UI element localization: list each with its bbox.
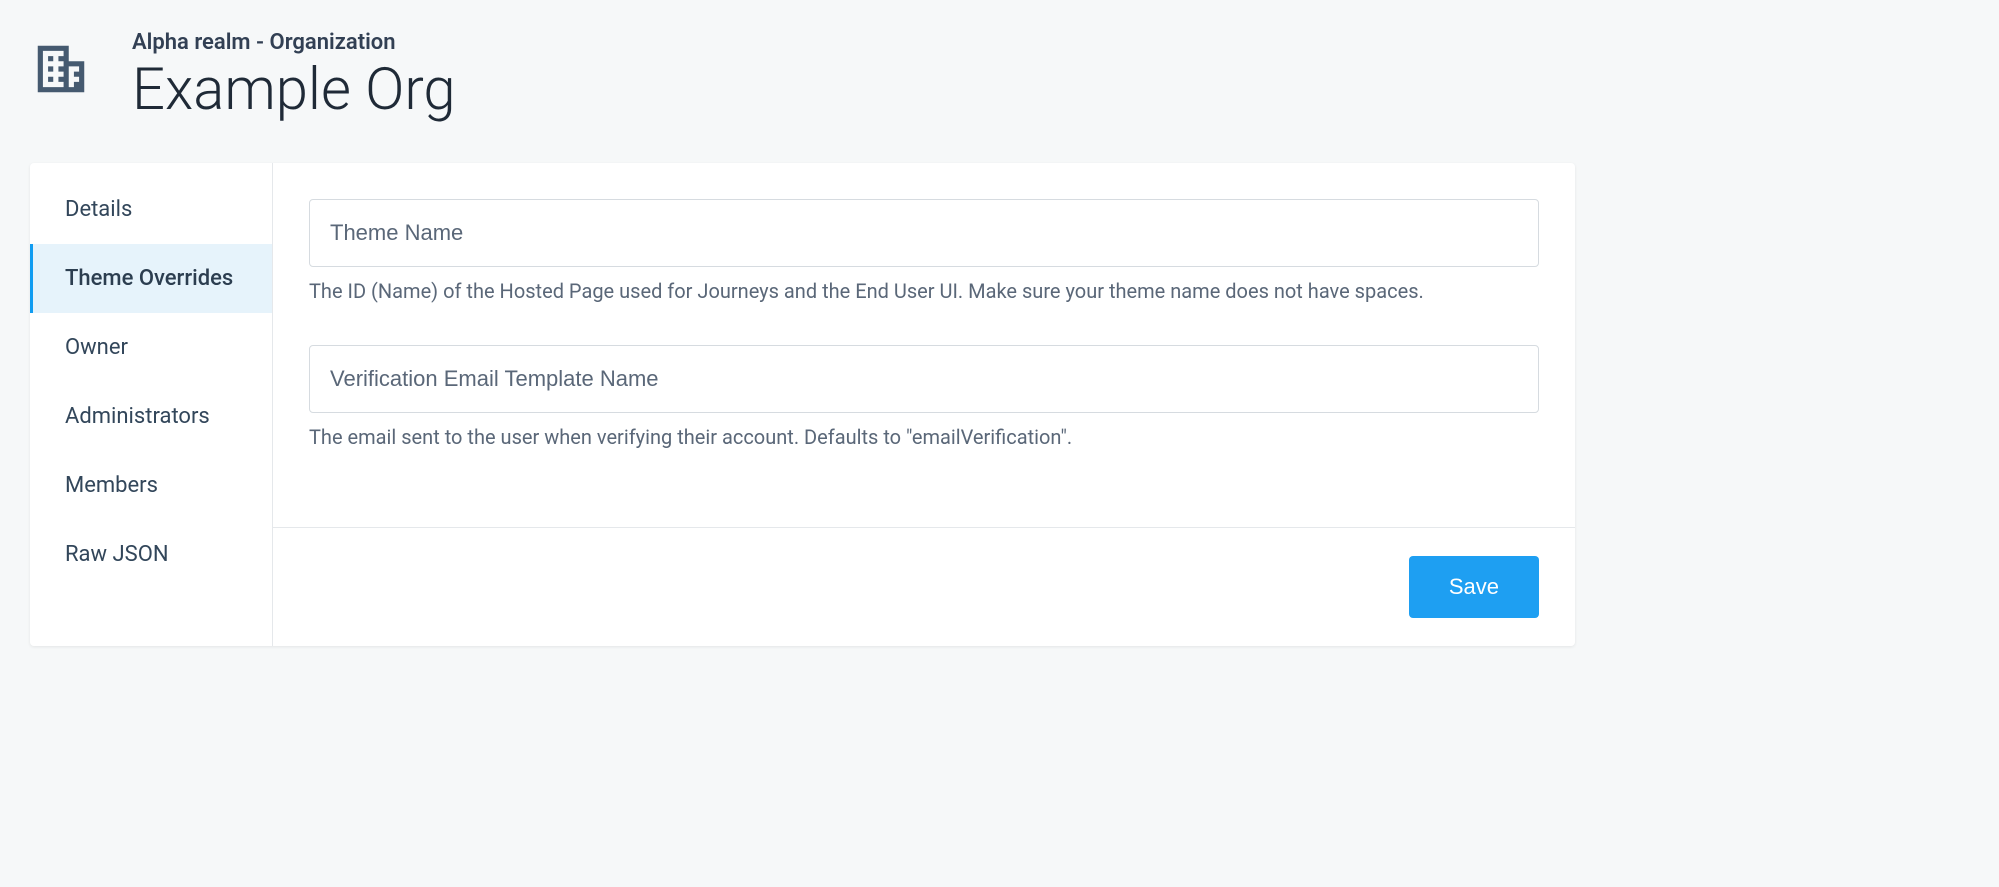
page-header: Alpha realm - Organization Example Org (30, 30, 1575, 123)
sidebar-item-details[interactable]: Details (30, 175, 272, 244)
settings-card: Details Theme Overrides Owner Administra… (30, 163, 1575, 646)
organization-icon (30, 38, 92, 104)
verification-email-help: The email sent to the user when verifyin… (309, 423, 1539, 451)
theme-name-group: The ID (Name) of the Hosted Page used fo… (309, 199, 1539, 305)
settings-sidebar: Details Theme Overrides Owner Administra… (30, 163, 273, 646)
sidebar-item-members[interactable]: Members (30, 451, 272, 520)
save-button[interactable]: Save (1409, 556, 1539, 618)
theme-name-help: The ID (Name) of the Hosted Page used fo… (309, 277, 1539, 305)
page-title: Example Org (132, 59, 456, 123)
sidebar-item-owner[interactable]: Owner (30, 313, 272, 382)
verification-email-group: The email sent to the user when verifyin… (309, 345, 1539, 451)
content-area: The ID (Name) of the Hosted Page used fo… (273, 163, 1575, 646)
form-footer: Save (273, 527, 1575, 646)
sidebar-item-theme-overrides[interactable]: Theme Overrides (30, 244, 272, 313)
breadcrumb: Alpha realm - Organization (132, 30, 456, 55)
verification-email-input[interactable] (309, 345, 1539, 413)
theme-name-input[interactable] (309, 199, 1539, 267)
sidebar-item-administrators[interactable]: Administrators (30, 382, 272, 451)
sidebar-item-raw-json[interactable]: Raw JSON (30, 520, 272, 589)
